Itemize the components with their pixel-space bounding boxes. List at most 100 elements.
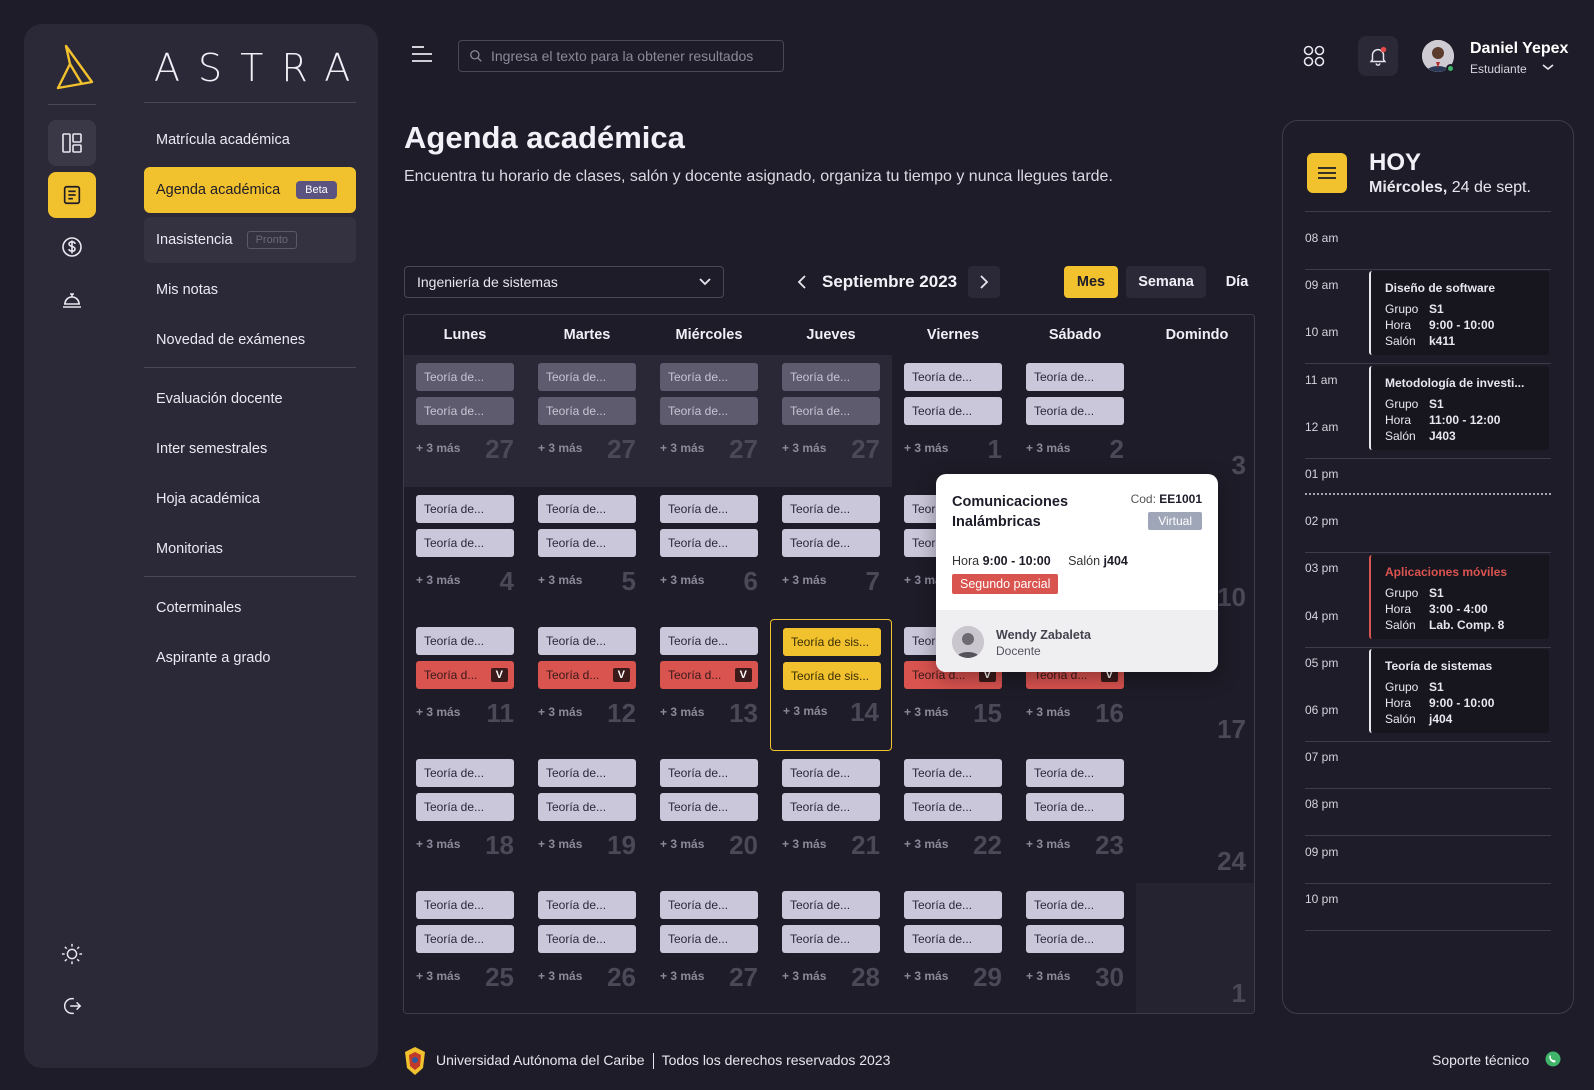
calendar-event[interactable]: Teoría d... V bbox=[416, 661, 514, 689]
view-day-button[interactable]: Día bbox=[1214, 266, 1260, 298]
day-cell[interactable]: Teoría de... Teoría de... + 3 más 27 bbox=[648, 883, 770, 1013]
more-events-link[interactable]: + 3 más bbox=[660, 441, 704, 455]
calendar-event[interactable]: Teoría de... bbox=[660, 793, 758, 821]
more-events-link[interactable]: + 3 más bbox=[660, 705, 704, 719]
dashboard-button[interactable] bbox=[48, 120, 96, 166]
day-cell[interactable]: Teoría de... Teoría de... + 3 más 19 bbox=[526, 751, 648, 883]
logout-button[interactable] bbox=[48, 986, 96, 1026]
more-events-link[interactable]: + 3 más bbox=[904, 837, 948, 851]
calendar-event[interactable]: Teoría de... bbox=[1026, 363, 1124, 391]
calendar-event[interactable]: Teoría de... bbox=[416, 529, 514, 557]
more-events-link[interactable]: + 3 más bbox=[416, 573, 460, 587]
today-event-card[interactable]: Teoría de sistemas Grupo S1 Hora 9:00 - 10:0… bbox=[1369, 649, 1549, 733]
calendar-event[interactable]: Teoría de... bbox=[416, 793, 514, 821]
calendar-event[interactable]: Teoría d... V bbox=[538, 661, 636, 689]
more-events-link[interactable]: + 3 más bbox=[538, 573, 582, 587]
calendar-event[interactable]: Teoría de... bbox=[782, 529, 880, 557]
more-events-link[interactable]: + 3 más bbox=[1026, 969, 1070, 983]
day-cell[interactable]: Teoría de... Teoría de... + 3 más 4 bbox=[404, 487, 526, 619]
day-cell[interactable]: 3 bbox=[1136, 355, 1254, 487]
more-events-link[interactable]: + 3 más bbox=[904, 969, 948, 983]
calendar-event[interactable]: Teoría de... bbox=[416, 925, 514, 953]
calendar-event[interactable]: Teoría de... bbox=[1026, 891, 1124, 919]
calendar-event[interactable]: Teoría de... bbox=[782, 759, 880, 787]
day-cell[interactable]: Teoría de... Teoría de... + 3 más 23 bbox=[1014, 751, 1136, 883]
more-events-link[interactable]: + 3 más bbox=[783, 704, 827, 718]
agenda-button[interactable] bbox=[48, 172, 96, 218]
day-cell[interactable]: 24 bbox=[1136, 751, 1254, 883]
nav-item-hoja[interactable]: Hoja académica bbox=[144, 476, 356, 522]
search-input[interactable] bbox=[491, 48, 781, 64]
nav-item-examenes[interactable]: Novedad de exámenes bbox=[144, 317, 356, 363]
calendar-event[interactable]: Teoría de sis... bbox=[783, 662, 881, 690]
day-cell[interactable]: Teoría de... Teoría de... + 3 más 25 bbox=[404, 883, 526, 1013]
calendar-event[interactable]: Teoría de... bbox=[538, 759, 636, 787]
day-cell[interactable]: Teoría de... Teoría de... + 3 más 29 bbox=[892, 883, 1014, 1013]
more-events-link[interactable]: + 3 más bbox=[538, 705, 582, 719]
today-event-card[interactable]: Metodología de investi... Grupo S1 Hora 11:0… bbox=[1369, 366, 1549, 450]
calendar-event[interactable]: Teoría de... bbox=[782, 793, 880, 821]
more-events-link[interactable]: + 3 más bbox=[782, 837, 826, 851]
notifications-button[interactable] bbox=[1358, 36, 1398, 76]
day-cell[interactable]: Teoría de... Teoría de... + 3 más 7 bbox=[770, 487, 892, 619]
calendar-event[interactable]: Teoría de... bbox=[660, 529, 758, 557]
day-cell[interactable]: Teoría de... Teoría d... V + 3 más 12 bbox=[526, 619, 648, 751]
day-cell[interactable]: 1 bbox=[1136, 883, 1254, 1013]
day-cell[interactable]: Teoría de... Teoría de... + 3 más 1 bbox=[892, 355, 1014, 487]
more-events-link[interactable]: + 3 más bbox=[660, 573, 704, 587]
calendar-event[interactable]: Teoría de... bbox=[904, 397, 1002, 425]
calendar-event[interactable]: Teoría de... bbox=[1026, 759, 1124, 787]
today-event-card[interactable]: Aplicaciones móviles Grupo S1 Hora 3:00 - 4:… bbox=[1369, 555, 1549, 639]
calendar-event[interactable]: Teoría de... bbox=[538, 495, 636, 523]
calendar-event[interactable]: Teoría de... bbox=[782, 397, 880, 425]
calendar-event[interactable]: Teoría de... bbox=[538, 925, 636, 953]
calendar-event[interactable]: Teoría de... bbox=[538, 627, 636, 655]
nav-item-aspirante[interactable]: Aspirante a grado bbox=[144, 635, 356, 681]
more-events-link[interactable]: + 3 más bbox=[538, 969, 582, 983]
calendar-event[interactable]: Teoría de... bbox=[660, 397, 758, 425]
calendar-event[interactable]: Teoría de... bbox=[782, 891, 880, 919]
calendar-event[interactable]: Teoría de... bbox=[904, 363, 1002, 391]
calendar-event[interactable]: Teoría de sis... bbox=[783, 628, 881, 656]
nav-item-monitorias[interactable]: Monitorias bbox=[144, 526, 356, 572]
calendar-event[interactable]: Teoría de... bbox=[782, 363, 880, 391]
more-events-link[interactable]: + 3 más bbox=[538, 837, 582, 851]
day-cell[interactable]: Teoría de... Teoría de... + 3 más 18 bbox=[404, 751, 526, 883]
nav-item-notas[interactable]: Mis notas bbox=[144, 267, 356, 313]
more-events-link[interactable]: + 3 más bbox=[416, 837, 460, 851]
calendar-event[interactable]: Teoría de... bbox=[660, 363, 758, 391]
nav-item-intersemestrales[interactable]: Inter semestrales bbox=[144, 426, 356, 472]
nav-item-evaluacion[interactable]: Evaluación docente bbox=[144, 376, 356, 422]
more-events-link[interactable]: + 3 más bbox=[1026, 837, 1070, 851]
day-cell[interactable]: Teoría de... Teoría de... + 3 más 28 bbox=[770, 883, 892, 1013]
next-month-button[interactable] bbox=[968, 266, 1000, 298]
day-cell[interactable]: Teoría de... Teoría de... + 3 más 27 bbox=[648, 355, 770, 487]
chevron-down-icon[interactable] bbox=[1542, 62, 1554, 72]
calendar-event[interactable]: Teoría de... bbox=[538, 363, 636, 391]
nav-item-agenda[interactable]: Agenda académica Beta bbox=[144, 167, 356, 213]
calendar-event[interactable]: Teoría d... V bbox=[660, 661, 758, 689]
day-cell[interactable]: Teoría de... Teoría d... V + 3 más 13 bbox=[648, 619, 770, 751]
day-cell[interactable]: Teoría de... Teoría de... + 3 más 27 bbox=[526, 355, 648, 487]
day-cell[interactable]: Teoría de... Teoría de... + 3 más 27 bbox=[770, 355, 892, 487]
calendar-event[interactable]: Teoría de... bbox=[660, 627, 758, 655]
calendar-event[interactable]: Teoría de... bbox=[904, 793, 1002, 821]
day-cell[interactable]: Teoría de... Teoría de... + 3 más 21 bbox=[770, 751, 892, 883]
day-cell[interactable]: Teoría de... Teoría d... V + 3 más 11 bbox=[404, 619, 526, 751]
program-select[interactable]: Ingeniería de sistemas bbox=[404, 266, 724, 298]
more-events-link[interactable]: + 3 más bbox=[904, 441, 948, 455]
day-cell[interactable]: Teoría de... Teoría de... + 3 más 27 bbox=[404, 355, 526, 487]
more-events-link[interactable]: + 3 más bbox=[660, 969, 704, 983]
calendar-event[interactable]: Teoría de... bbox=[416, 891, 514, 919]
calendar-event[interactable]: Teoría de... bbox=[660, 495, 758, 523]
day-cell[interactable]: Teoría de... Teoría de... + 3 más 6 bbox=[648, 487, 770, 619]
calendar-event[interactable]: Teoría de... bbox=[416, 397, 514, 425]
calendar-event[interactable]: Teoría de... bbox=[904, 759, 1002, 787]
calendar-event[interactable]: Teoría de... bbox=[416, 495, 514, 523]
day-cell[interactable]: Teoría de... Teoría de... + 3 más 26 bbox=[526, 883, 648, 1013]
more-events-link[interactable]: + 3 más bbox=[904, 705, 948, 719]
calendar-event[interactable]: Teoría de... bbox=[538, 397, 636, 425]
user-name[interactable]: Daniel Yepex bbox=[1470, 40, 1568, 58]
day-cell[interactable]: Teoría de... Teoría de... + 3 más 22 bbox=[892, 751, 1014, 883]
more-events-link[interactable]: + 3 más bbox=[538, 441, 582, 455]
